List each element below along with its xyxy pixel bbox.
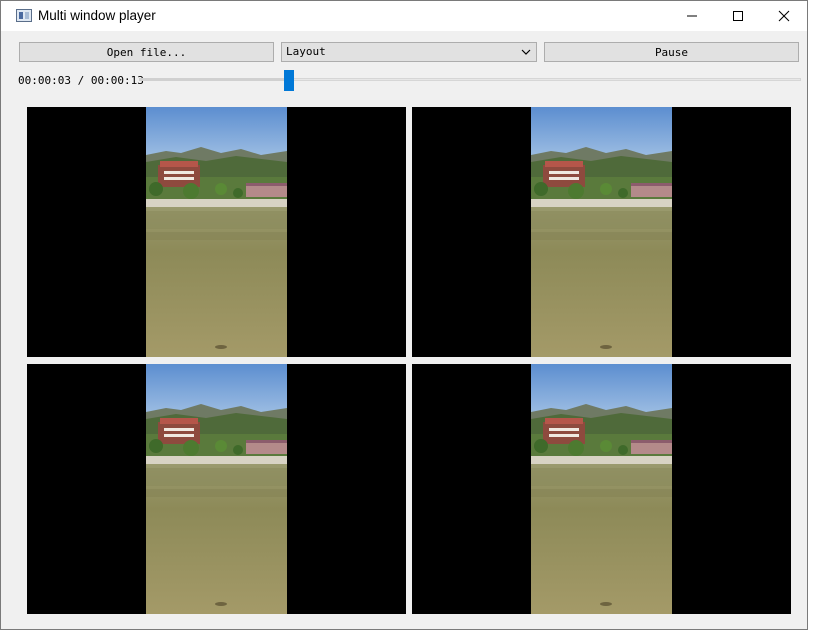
time-readout: 00:00:03 / 00:00:13: [18, 74, 144, 87]
maximize-icon: [733, 11, 743, 21]
main-window: Multi window player Open file... Layout …: [0, 0, 808, 630]
close-button[interactable]: [761, 1, 807, 31]
pause-button[interactable]: Pause: [544, 42, 799, 62]
video-frame: [146, 107, 287, 357]
title-bar[interactable]: Multi window player: [1, 1, 807, 31]
seek-slider-handle[interactable]: [284, 70, 295, 91]
video-pane[interactable]: [412, 364, 791, 614]
app-icon: [16, 9, 32, 22]
video-grid: [27, 107, 791, 614]
window-title: Multi window player: [38, 8, 156, 23]
seek-slider[interactable]: [139, 67, 801, 93]
video-pane[interactable]: [412, 107, 791, 357]
open-file-button[interactable]: Open file...: [19, 42, 274, 62]
layout-select-value: Layout: [286, 45, 326, 58]
video-frame: [531, 107, 672, 357]
video-pane[interactable]: [27, 107, 406, 357]
layout-select[interactable]: Layout: [281, 42, 537, 62]
maximize-button[interactable]: [715, 1, 761, 31]
minimize-button[interactable]: [669, 1, 715, 31]
close-icon: [778, 10, 790, 22]
minimize-icon: [687, 15, 697, 17]
video-frame: [146, 364, 287, 614]
chevron-down-icon: [521, 49, 531, 55]
seek-slider-progress: [139, 78, 290, 81]
video-pane[interactable]: [27, 364, 406, 614]
video-frame: [531, 364, 672, 614]
